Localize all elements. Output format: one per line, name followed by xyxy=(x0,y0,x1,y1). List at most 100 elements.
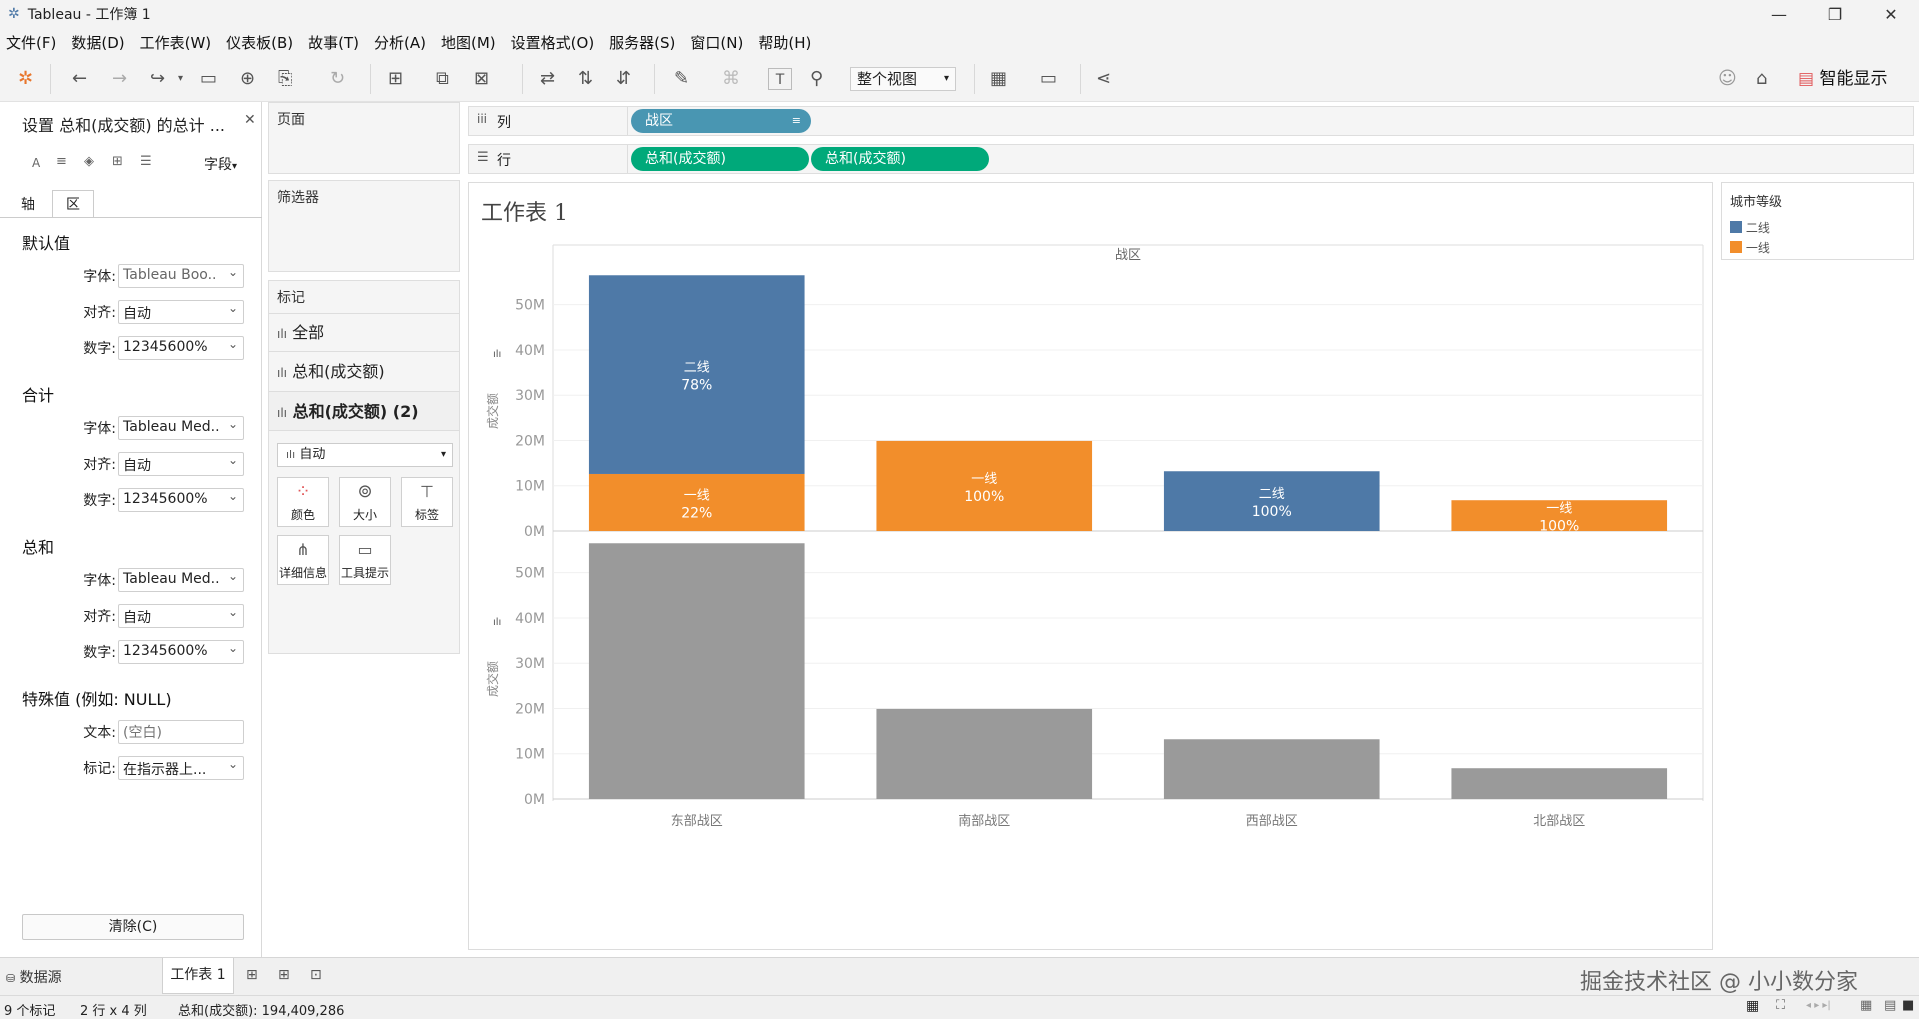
font-format-icon[interactable]: A xyxy=(32,156,40,170)
y-tick-label: 10M xyxy=(515,747,545,763)
tabs-view-icon[interactable]: ■ xyxy=(1902,998,1914,1013)
menu-map[interactable]: 地图(M) xyxy=(441,32,496,53)
new-datasource-icon[interactable]: ⊕ xyxy=(240,68,255,90)
total-number-dropdown[interactable]: 12345600% ⌄ xyxy=(118,488,244,512)
group-icon[interactable]: ⌘ xyxy=(722,68,740,90)
menu-window[interactable]: 窗口(N) xyxy=(690,32,743,53)
sum-align-dropdown[interactable]: 自动 ⌄ xyxy=(118,604,244,628)
marks-item-all[interactable]: ılı 全部 xyxy=(269,313,459,351)
save-icon[interactable]: ▭ xyxy=(200,68,217,90)
sum-number-dropdown[interactable]: 12345600% ⌄ xyxy=(118,640,244,664)
rows-shelf[interactable]: ☰ 行 总和(成交额) 总和(成交额) xyxy=(468,144,1914,174)
menu-format[interactable]: 设置格式(O) xyxy=(511,32,595,53)
menu-worksheet[interactable]: 工作表(W) xyxy=(140,32,212,53)
menu-help[interactable]: 帮助(H) xyxy=(758,32,811,53)
tooltip-button-label: 工具提示 xyxy=(340,566,389,580)
mark-type-dropdown[interactable]: ılı 自动 ▾ xyxy=(277,443,453,467)
pin-icon[interactable]: ⚲ xyxy=(810,68,823,90)
default-font-dropdown[interactable]: Tableau Boo.. ⌄ xyxy=(118,264,244,288)
menu-data[interactable]: 数据(D) xyxy=(71,32,124,53)
nav-arrows-icon[interactable]: ◂ ▸ ▸| xyxy=(1806,1000,1831,1011)
close-icon[interactable]: ✕ xyxy=(244,112,256,128)
y-tick-label: 20M xyxy=(515,433,545,449)
color-button[interactable]: ⁘ 颜色 xyxy=(277,477,329,527)
tooltip-pin-icon[interactable]: ⌂ xyxy=(1756,68,1767,90)
clear-button[interactable]: 清除(C) xyxy=(22,914,244,940)
tableau-public-icon[interactable]: ☺ xyxy=(1718,68,1737,90)
sum-font-dropdown[interactable]: Tableau Med.. ⌄ xyxy=(118,568,244,592)
detail-button[interactable]: ⋔ 详细信息 xyxy=(277,535,329,585)
pill-theater[interactable]: 战区 ≡ xyxy=(631,109,811,133)
marks-item-measure-2[interactable]: ılı 总和(成交额) (2) xyxy=(269,391,459,431)
borders-format-icon[interactable]: ⊞ xyxy=(112,154,123,169)
tableau-home-icon[interactable]: ✲ xyxy=(18,68,33,90)
size-button[interactable]: ⊚ 大小 xyxy=(339,477,391,527)
fields-dropdown[interactable]: 字段▾ xyxy=(204,154,237,174)
worksheet-view: 工作表 1 战区 0M 10M 20M 30M 40M 50M 成交额 ılı 一线 22% 二线 78… xyxy=(468,182,1713,950)
tab-axis[interactable]: 轴 xyxy=(8,192,48,218)
grid-view-icon[interactable]: ▦ xyxy=(1746,998,1759,1014)
show-me-button[interactable]: ▤ 智能显示 xyxy=(1798,68,1908,90)
bar-chart-icon: ılı xyxy=(277,327,288,341)
new-worksheet-icon[interactable]: ⊞ xyxy=(246,967,258,983)
show-labels-icon[interactable]: T xyxy=(768,68,792,90)
clear-sheet-icon[interactable]: ⊠ xyxy=(474,68,489,90)
total-font-dropdown[interactable]: Tableau Med.. ⌄ xyxy=(118,416,244,440)
special-mark-value: 在指示器上... xyxy=(123,762,207,778)
fit-icon[interactable]: ⛶ xyxy=(1776,998,1785,1013)
menu-analysis[interactable]: 分析(A) xyxy=(374,32,426,53)
columns-shelf-label: 列 xyxy=(497,115,511,131)
legend-item-tier1[interactable]: 一线 xyxy=(1730,239,1770,256)
duplicate-icon[interactable]: ⧉ xyxy=(436,68,449,90)
tab-datasource-label: 数据源 xyxy=(19,970,62,986)
cards-icon[interactable]: ▦ xyxy=(990,68,1007,90)
sort-ascending-icon[interactable]: ⇅ xyxy=(578,68,593,90)
refresh-icon[interactable]: ↻ xyxy=(330,68,345,90)
y-axis-label: 成交额 xyxy=(485,661,500,697)
fit-dropdown[interactable]: 整个视图 ▾ xyxy=(850,67,956,91)
legend-item-tier2[interactable]: 二线 xyxy=(1730,219,1770,236)
chevron-down-icon[interactable]: ▾ xyxy=(178,68,183,90)
default-number-dropdown[interactable]: 12345600% ⌄ xyxy=(118,336,244,360)
close-button[interactable]: ✕ xyxy=(1863,0,1919,28)
filters-card[interactable]: 筛选器 xyxy=(268,180,460,272)
minimize-button[interactable]: — xyxy=(1751,0,1807,28)
presentation-icon[interactable]: ▭ xyxy=(1040,68,1057,90)
swap-icon[interactable]: ↪ xyxy=(150,68,165,90)
tooltip-button[interactable]: ▭ 工具提示 xyxy=(339,535,391,585)
new-story-icon[interactable]: ⊡ xyxy=(310,967,322,983)
menu-story[interactable]: 故事(T) xyxy=(308,32,359,53)
tab-pane[interactable]: 区 xyxy=(52,190,94,218)
sheet-sorter-icon[interactable]: ▦ xyxy=(1860,998,1872,1013)
special-mark-dropdown[interactable]: 在指示器上... ⌄ xyxy=(118,756,244,780)
share-icon[interactable]: ⋖ xyxy=(1096,68,1111,90)
menu-dashboard[interactable]: 仪表板(B) xyxy=(226,32,293,53)
shading-format-icon[interactable]: ◈ xyxy=(84,154,94,169)
columns-icon: iii xyxy=(477,112,488,126)
new-dashboard-icon[interactable]: ⊞ xyxy=(278,967,290,983)
default-align-dropdown[interactable]: 自动 ⌄ xyxy=(118,300,244,324)
menu-server[interactable]: 服务器(S) xyxy=(609,32,675,53)
tab-datasource[interactable]: ⛁ 数据源 xyxy=(6,967,62,987)
pill-measure-1[interactable]: 总和(成交额) xyxy=(631,147,809,171)
marks-item-measure-1[interactable]: ılı 总和(成交额) xyxy=(269,351,459,391)
swap-rows-columns-icon[interactable]: ⇄ xyxy=(540,68,555,90)
pill-measure-2[interactable]: 总和(成交额) xyxy=(811,147,989,171)
pages-card[interactable]: 页面 xyxy=(268,102,460,174)
sort-descending-icon[interactable]: ⇵ xyxy=(616,68,631,90)
total-align-dropdown[interactable]: 自动 ⌄ xyxy=(118,452,244,476)
align-format-icon[interactable]: ≡ xyxy=(56,154,67,169)
restore-button[interactable]: ❐ xyxy=(1807,0,1863,28)
label-button[interactable]: ⊤ 标签 xyxy=(401,477,453,527)
tab-sheet-1[interactable]: 工作表 1 xyxy=(162,958,234,994)
redo-icon[interactable]: → xyxy=(112,68,127,90)
filmstrip-icon[interactable]: ▤ xyxy=(1884,998,1896,1013)
lines-format-icon[interactable]: ☰ xyxy=(140,154,152,169)
new-worksheet-icon[interactable]: ⊞ xyxy=(388,68,403,90)
columns-shelf[interactable]: iii 列 战区 ≡ xyxy=(468,106,1914,136)
highlight-icon[interactable]: ✎ xyxy=(674,68,689,90)
undo-icon[interactable]: ← xyxy=(72,68,87,90)
pause-update-icon[interactable]: ⎘ xyxy=(278,68,292,90)
menu-file[interactable]: 文件(F) xyxy=(6,32,56,53)
special-text-input[interactable] xyxy=(118,720,244,744)
